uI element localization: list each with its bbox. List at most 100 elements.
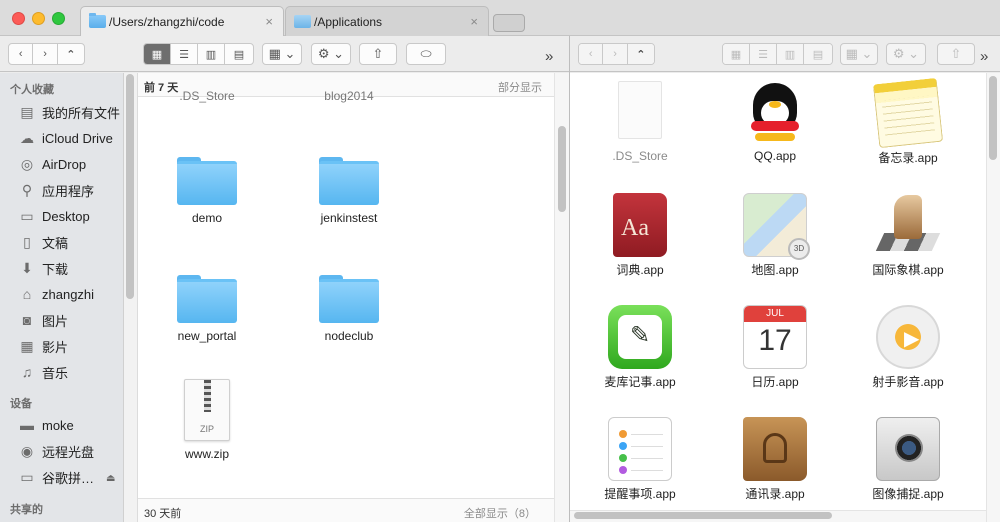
file-item[interactable]: new_portal bbox=[152, 275, 262, 343]
sidebar-device-item[interactable]: ◉ 远程光盘 bbox=[18, 440, 94, 462]
pictures-icon: ◙ bbox=[22, 312, 32, 328]
app-item[interactable]: 国际象棋.app bbox=[843, 193, 973, 278]
column-view-icon[interactable]: ▥ bbox=[198, 44, 225, 64]
tag-button[interactable]: ⬭ bbox=[406, 43, 446, 65]
sidebar-item[interactable]: ⬇ 下载 bbox=[18, 257, 68, 279]
sidebar-item[interactable]: ▭ Desktop bbox=[18, 205, 90, 227]
contacts-icon bbox=[743, 417, 807, 481]
app-item[interactable]: ▶ 射手影音.app bbox=[843, 305, 973, 390]
action-button[interactable]: ⚙ ⌄ bbox=[311, 43, 351, 65]
horizontal-scrollbar[interactable] bbox=[574, 512, 832, 519]
eject-icon[interactable]: ⏏ bbox=[106, 473, 115, 484]
back-button[interactable]: ‹ bbox=[9, 44, 34, 64]
sidebar-item[interactable]: ☁ iCloud Drive bbox=[18, 127, 113, 149]
app-name: 通讯录.app bbox=[745, 487, 805, 501]
icon-view-icon[interactable]: ▦ bbox=[144, 44, 171, 64]
app-item[interactable]: ✎ 麦库记事.app bbox=[575, 305, 705, 390]
file-item[interactable]: blog2014 bbox=[294, 89, 404, 103]
tab-label: /Applications bbox=[314, 14, 383, 29]
file-item[interactable]: demo bbox=[152, 157, 262, 225]
app-name: 国际象棋.app bbox=[872, 263, 944, 277]
up-button[interactable]: ⌃ bbox=[58, 44, 84, 64]
share-button[interactable]: ⇧ bbox=[359, 43, 397, 65]
cover-flow-icon[interactable]: ▤ bbox=[804, 44, 832, 64]
left-scrollbar[interactable] bbox=[558, 126, 566, 212]
applications-folder-icon bbox=[294, 15, 311, 28]
new-tab-button[interactable] bbox=[493, 14, 525, 32]
app-item[interactable]: JUL 17 日历.app bbox=[710, 305, 840, 390]
sidebar-item-label: AirDrop bbox=[42, 156, 87, 172]
app-name: 射手影音.app bbox=[872, 375, 944, 389]
show-all-link[interactable]: 全部显示（8） bbox=[464, 505, 536, 521]
zip-file-icon: ZIP bbox=[184, 379, 230, 441]
app-item[interactable]: 3D 地图.app bbox=[710, 193, 840, 278]
app-item[interactable]: Aa 词典.app bbox=[575, 193, 705, 278]
maps-icon: 3D bbox=[743, 193, 810, 260]
favorites-header: 个人收藏 bbox=[10, 84, 54, 96]
file-item[interactable]: ZIP www.zip bbox=[152, 379, 262, 461]
icon-view-icon[interactable]: ▦ bbox=[723, 44, 750, 64]
app-item[interactable]: 通讯录.app bbox=[710, 417, 840, 502]
toolbar-overflow-icon-right[interactable]: » bbox=[980, 48, 989, 65]
file-name: demo bbox=[191, 211, 223, 225]
sidebar-item-label: 谷歌拼… bbox=[42, 470, 95, 486]
folder-icon bbox=[319, 275, 379, 323]
close-tab-icon[interactable]: × bbox=[265, 14, 273, 29]
sidebar-item[interactable]: ⌂ zhangzhi bbox=[18, 283, 94, 305]
toolbar: ‹ › ⌃ ▦ ☰ ▥ ▤ ▦ ⌄ ⚙ ⌄ ⇧ ⬭ » ‹ › ⌃ ▦ ☰ ▥ … bbox=[0, 36, 1000, 72]
forward-button[interactable]: › bbox=[33, 44, 58, 64]
view-mode-group: ▦ ☰ ▥ ▤ bbox=[143, 43, 254, 65]
sidebar-device-item[interactable]: ▬ moke bbox=[18, 414, 74, 436]
zip-badge: ZIP bbox=[199, 424, 214, 434]
back-button-right[interactable]: ‹ bbox=[579, 44, 604, 64]
sidebar-scrollbar[interactable] bbox=[126, 74, 134, 299]
minimize-window-button[interactable] bbox=[32, 12, 45, 25]
sidebar-item[interactable]: ♫ 音乐 bbox=[18, 361, 68, 383]
sidebar-item-label: 下载 bbox=[42, 261, 69, 277]
up-button-right[interactable]: ⌃ bbox=[627, 44, 654, 64]
sidebar-item[interactable]: ◎ AirDrop bbox=[18, 153, 86, 175]
sidebar-item[interactable]: ▦ 影片 bbox=[18, 335, 68, 357]
sidebar-item[interactable]: ▯ 文稿 bbox=[18, 231, 68, 253]
list-view-icon[interactable]: ☰ bbox=[171, 44, 198, 64]
sidebar-device-item[interactable]: ▭ 谷歌拼… bbox=[18, 466, 94, 488]
right-scrollbar[interactable] bbox=[989, 76, 997, 160]
column-view-icon[interactable]: ▥ bbox=[777, 44, 804, 64]
toolbar-overflow-icon[interactable]: » bbox=[545, 48, 554, 65]
list-view-icon[interactable]: ☰ bbox=[750, 44, 777, 64]
arrange-button-right[interactable]: ▦ ⌄ bbox=[840, 43, 878, 65]
sidebar-item[interactable]: ◙ 图片 bbox=[18, 309, 68, 331]
file-item[interactable]: .DS_Store bbox=[152, 89, 262, 103]
app-name: QQ.app bbox=[753, 149, 797, 163]
all-files-icon: ▤ bbox=[20, 103, 34, 120]
app-name: .DS_Store bbox=[612, 149, 668, 163]
cover-flow-icon[interactable]: ▤ bbox=[225, 44, 253, 64]
arrange-button[interactable]: ▦ ⌄ bbox=[262, 43, 302, 65]
movies-icon: ▦ bbox=[20, 337, 34, 354]
sidebar: 个人收藏 设备 共享的 ▤ 我的所有文件 ☁ iCloud Drive ◎ AirDrop… bbox=[0, 73, 124, 522]
app-item[interactable]: 备忘录.app bbox=[843, 77, 973, 166]
forward-button-right[interactable]: › bbox=[603, 44, 628, 64]
sidebar-item[interactable]: ⚲ 应用程序 bbox=[18, 179, 94, 201]
arrange-icon: ▦ ⌄ bbox=[845, 46, 873, 61]
sidebar-item-label: Desktop bbox=[42, 208, 90, 224]
app-item[interactable]: 提醒事项.app bbox=[575, 417, 705, 502]
app-name: 麦库记事.app bbox=[604, 375, 676, 389]
app-item[interactable]: .DS_Store bbox=[575, 81, 705, 163]
close-window-button[interactable] bbox=[12, 12, 25, 25]
tab-code[interactable]: /Users/zhangzhi/code × bbox=[80, 6, 284, 36]
app-name: 地图.app bbox=[751, 263, 799, 277]
action-button-right[interactable]: ⚙ ⌄ bbox=[886, 43, 926, 65]
file-item[interactable]: jenkinstest bbox=[294, 157, 404, 225]
close-tab-icon[interactable]: × bbox=[470, 14, 478, 29]
app-item[interactable]: 图像捕捉.app bbox=[843, 417, 973, 502]
app-item[interactable]: QQ.app bbox=[710, 81, 840, 163]
zoom-window-button[interactable] bbox=[52, 12, 65, 25]
show-partial-link[interactable]: 部分显示 bbox=[498, 79, 542, 95]
file-item[interactable]: nodeclub bbox=[294, 275, 404, 343]
sidebar-item[interactable]: ▤ 我的所有文件 bbox=[18, 101, 120, 123]
tab-applications[interactable]: /Applications × bbox=[285, 6, 489, 36]
reminders-icon bbox=[608, 417, 672, 481]
share-button-right[interactable]: ⇧ bbox=[937, 43, 975, 65]
title-bar: /Users/zhangzhi/code × /Applications × bbox=[0, 0, 1000, 36]
